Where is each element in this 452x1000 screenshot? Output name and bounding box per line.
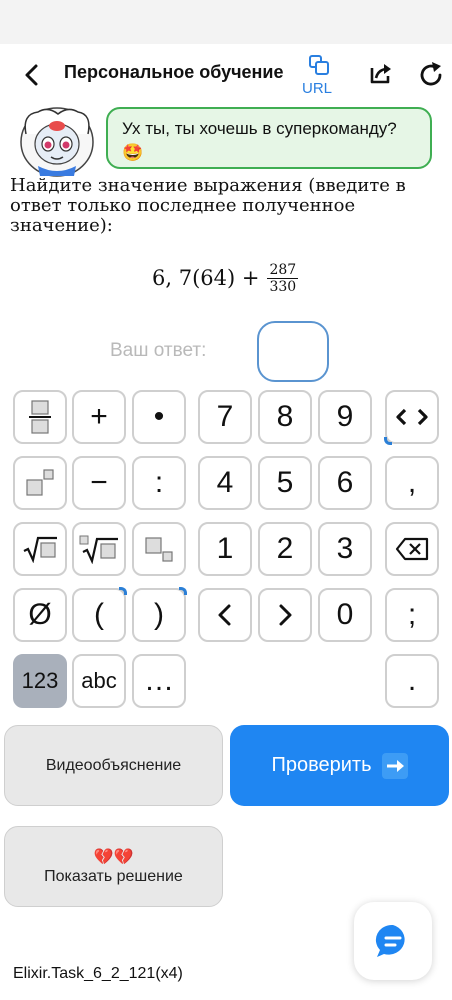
key-9[interactable]: 9 xyxy=(318,390,372,444)
subscript-template-icon xyxy=(145,537,173,562)
key-open-paren[interactable]: ( xyxy=(72,587,127,642)
key-empty-set[interactable]: Ø xyxy=(13,588,67,642)
fraction-template-icon xyxy=(29,400,51,434)
key-decimal-point[interactable]: . xyxy=(385,654,439,708)
chat-button[interactable] xyxy=(354,902,432,980)
key-plus[interactable]: + xyxy=(72,390,126,444)
speech-bubble: Ух ты, ты хочешь в суперкоманду? 🤩 xyxy=(106,107,432,169)
task-instruction: Найдите значение выражения (введите в от… xyxy=(10,175,406,236)
key-5[interactable]: 5 xyxy=(258,456,312,510)
chat-bubble-icon xyxy=(375,924,405,957)
key-cursor-left[interactable] xyxy=(198,588,252,642)
backspace-icon xyxy=(395,537,429,561)
key-mode-numbers[interactable]: 123 xyxy=(13,654,67,708)
key-4[interactable]: 4 xyxy=(198,456,252,510)
app-header: Персональное обучение URL xyxy=(0,44,452,106)
task-id: Elixir.Task_6_2_121(x4) xyxy=(13,965,183,982)
key-3[interactable]: 3 xyxy=(318,522,372,576)
key-6[interactable]: 6 xyxy=(318,456,372,510)
key-corner-mark xyxy=(179,587,187,595)
status-bar-area xyxy=(0,0,452,44)
refresh-button[interactable] xyxy=(416,60,446,90)
copy-url-button[interactable]: URL xyxy=(300,52,336,100)
key-7[interactable]: 7 xyxy=(198,390,252,444)
back-arrow-icon xyxy=(25,64,38,86)
power-template-icon xyxy=(26,469,54,496)
key-1[interactable]: 1 xyxy=(198,522,252,576)
back-button[interactable] xyxy=(18,60,46,90)
math-formula: 6, 7(64) + 287 330 xyxy=(152,256,299,300)
video-explanation-button[interactable]: Видеообъяснение xyxy=(4,725,223,806)
show-solution-label: Показать решение xyxy=(44,867,183,885)
video-explanation-label: Видеообъяснение xyxy=(45,756,182,774)
close-paren-label: ) xyxy=(154,598,164,631)
check-button[interactable]: Проверить xyxy=(230,725,449,806)
key-semicolon[interactable]: ; xyxy=(385,588,439,642)
check-label: Проверить xyxy=(271,754,372,776)
answer-input[interactable] xyxy=(257,321,329,382)
key-divide[interactable]: : xyxy=(132,456,186,510)
chevron-left-icon xyxy=(218,604,231,626)
arrow-right-icon xyxy=(381,752,408,779)
fraction-numerator: 287 xyxy=(267,261,299,279)
share-button[interactable] xyxy=(366,60,394,88)
nth-root-icon xyxy=(79,535,118,564)
formula-fraction: 287 330 xyxy=(267,261,299,295)
key-comma[interactable]: , xyxy=(385,456,439,510)
show-solution-button[interactable]: 💔💔 Показать решение xyxy=(4,826,223,907)
answer-label: Ваш ответ: xyxy=(110,340,207,361)
fraction-denominator: 330 xyxy=(269,278,297,295)
broken-heart-icon: 💔💔 xyxy=(93,848,134,866)
key-more[interactable]: … xyxy=(132,654,186,708)
key-cursor-right[interactable] xyxy=(258,588,312,642)
refresh-icon xyxy=(420,62,442,86)
key-minus[interactable]: − xyxy=(72,456,126,510)
mascot-avatar xyxy=(18,104,96,178)
key-mode-letters[interactable]: abc xyxy=(72,654,126,708)
cursor-arrows-icon xyxy=(396,408,428,426)
key-fraction[interactable] xyxy=(13,390,67,444)
copy-link-icon xyxy=(309,55,329,75)
key-subscript[interactable] xyxy=(132,522,186,576)
key-cursor-move[interactable] xyxy=(384,390,439,445)
chevron-right-icon xyxy=(279,604,292,626)
key-nth-root[interactable] xyxy=(72,522,126,576)
formula-main: 6, 7(64) + xyxy=(152,266,260,290)
share-icon xyxy=(370,64,391,84)
key-power[interactable] xyxy=(13,456,67,510)
key-8[interactable]: 8 xyxy=(258,390,312,444)
key-multiply[interactable]: • xyxy=(132,390,186,444)
key-backspace[interactable] xyxy=(385,522,439,576)
key-close-paren[interactable]: ) xyxy=(132,587,187,642)
sqrt-icon xyxy=(23,536,57,563)
page-title: Персональное обучение xyxy=(64,62,284,82)
key-0[interactable]: 0 xyxy=(318,588,372,642)
key-sqrt[interactable] xyxy=(13,522,67,576)
key-2[interactable]: 2 xyxy=(258,522,312,576)
key-corner-mark xyxy=(384,437,392,445)
url-label: URL xyxy=(302,80,333,97)
open-paren-label: ( xyxy=(94,598,104,631)
key-corner-mark xyxy=(119,587,127,595)
